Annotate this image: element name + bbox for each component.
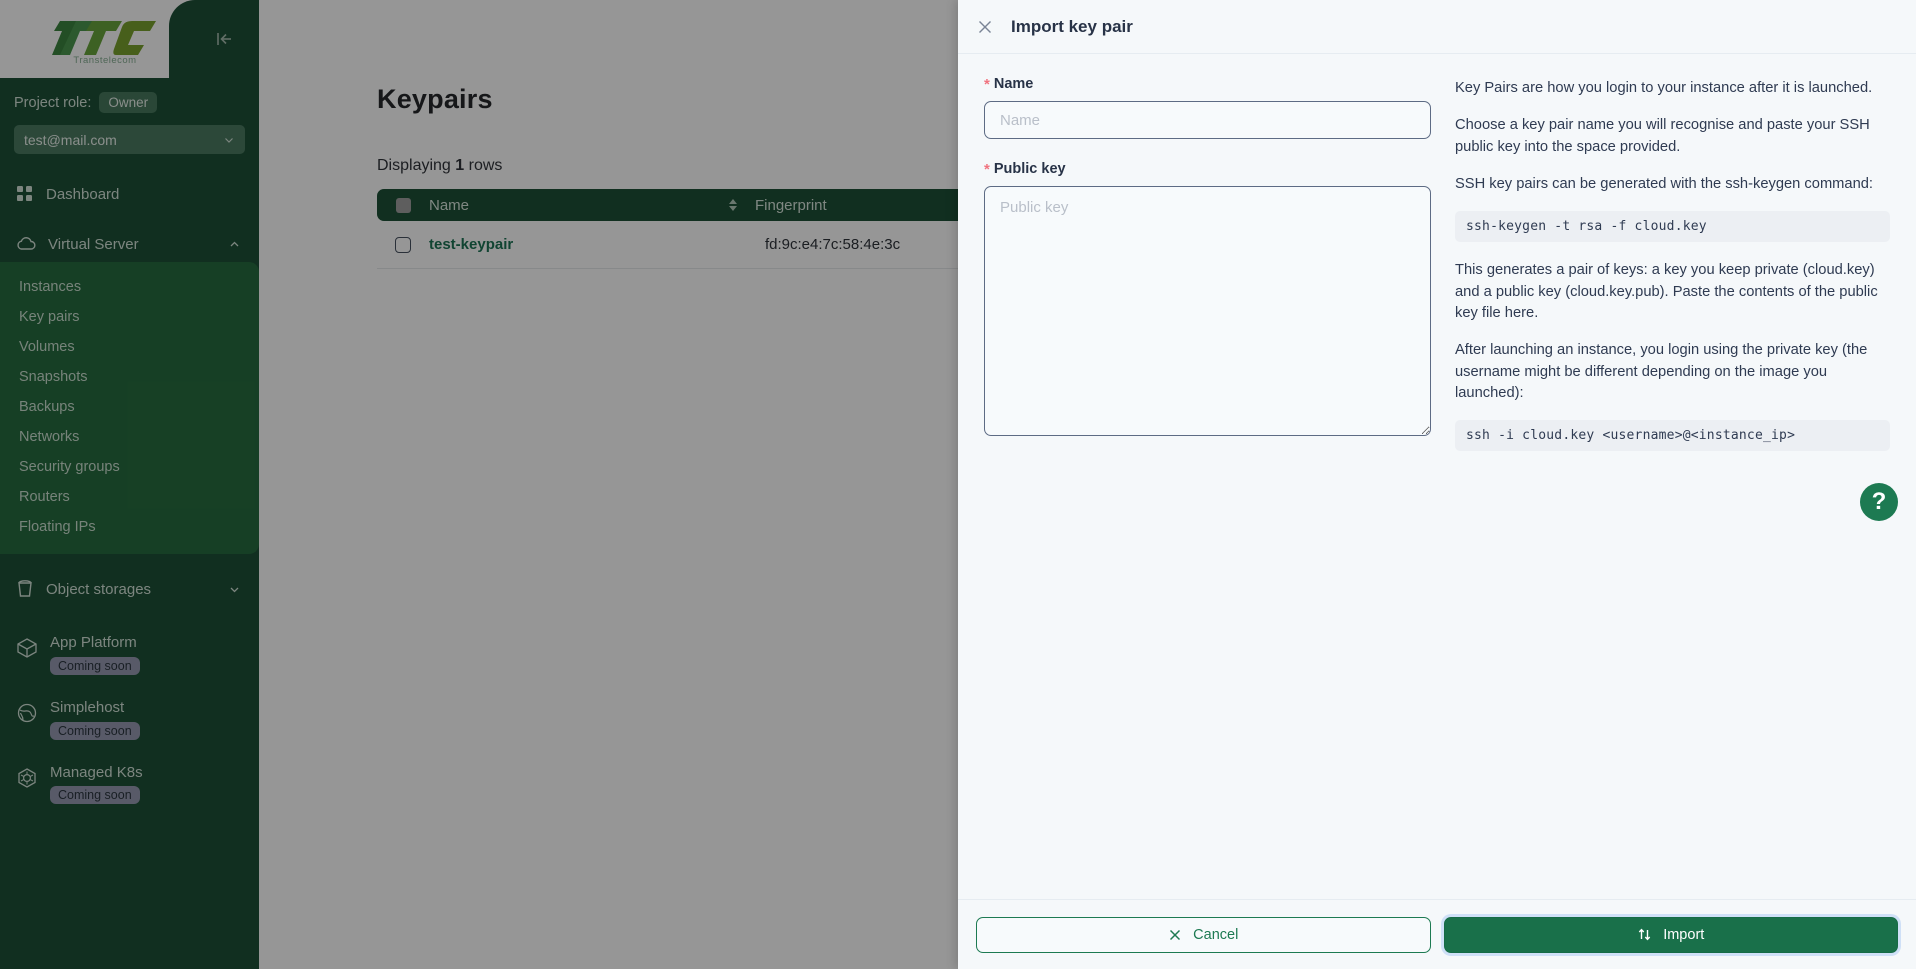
import-arrows-icon [1638, 928, 1651, 941]
import-key-pair-modal: Import key pair * Name * Public key Key … [958, 0, 1916, 969]
app-root: Transtelecom Project role: Owner test@ma… [0, 0, 1916, 969]
import-form: * Name * Public key [984, 76, 1431, 899]
code-block-ssh-keygen: ssh-keygen -t rsa -f cloud.key [1455, 211, 1890, 243]
help-button[interactable]: ? [1860, 483, 1898, 521]
required-marker: * [984, 160, 990, 178]
code-block-ssh-login: ssh -i cloud.key <username>@<instance_ip… [1455, 420, 1890, 452]
question-mark-icon: ? [1871, 488, 1887, 515]
field-label-text: Public key [993, 161, 1066, 177]
modal-header: Import key pair [958, 0, 1916, 54]
modal-title: Import key pair [1011, 16, 1133, 36]
help-paragraph-2: Choose a key pair name you will recognis… [1455, 117, 1870, 155]
help-panel: Key Pairs are how you login to your inst… [1455, 76, 1890, 899]
cancel-button[interactable]: Cancel [976, 916, 1431, 953]
help-paragraph-5: After launching an instance, you login u… [1455, 342, 1868, 401]
modal-footer: Cancel Import [958, 899, 1916, 969]
name-field-label: * Name [984, 76, 1431, 92]
public-key-field-label: * Public key [984, 161, 1431, 177]
public-key-textarea[interactable] [984, 186, 1431, 436]
import-button[interactable]: Import [1443, 916, 1898, 953]
import-button-label: Import [1663, 926, 1705, 943]
modal-body: * Name * Public key Key Pairs are how yo… [958, 54, 1916, 899]
close-icon [1170, 929, 1181, 940]
help-paragraph-1: Key Pairs are how you login to your inst… [1455, 80, 1873, 96]
help-paragraph-4: This generates a pair of keys: a key you… [1455, 262, 1878, 321]
name-input[interactable] [984, 101, 1431, 139]
close-icon[interactable] [976, 18, 994, 36]
required-marker: * [984, 75, 990, 93]
help-paragraph-3: SSH key pairs can be generated with the … [1455, 175, 1873, 192]
close-glyph [979, 20, 991, 33]
field-label-text: Name [993, 76, 1034, 92]
cancel-button-label: Cancel [1193, 926, 1239, 943]
